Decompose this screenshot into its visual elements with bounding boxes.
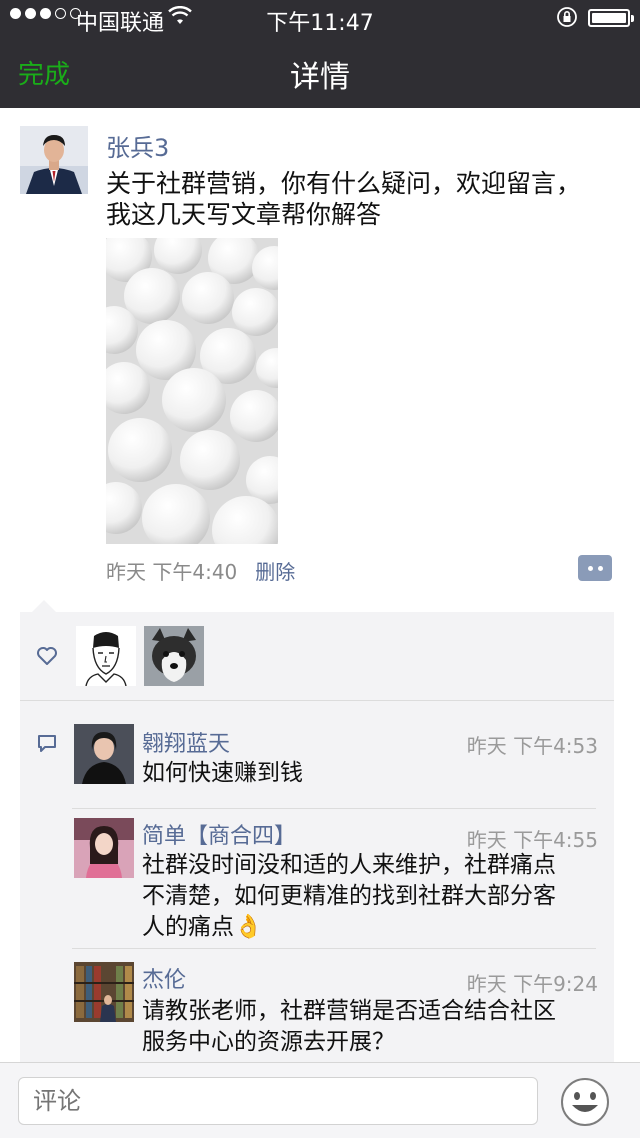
comment-input[interactable] xyxy=(18,1077,538,1125)
likes-divider xyxy=(20,700,614,701)
author-avatar[interactable] xyxy=(20,126,88,194)
delete-link[interactable]: 删除 xyxy=(255,560,295,584)
comment-divider xyxy=(72,948,596,949)
battery-icon xyxy=(588,9,634,27)
comment-line: 不清楚，如何更精准的找到社群大部分客 xyxy=(142,883,556,909)
commenter-name[interactable]: 翱翔蓝天 xyxy=(142,726,230,758)
comment-time: 昨天 下午4:53 xyxy=(466,734,598,758)
commenter-avatar[interactable] xyxy=(74,818,134,878)
commenter-name[interactable]: 杰伦 xyxy=(142,962,186,994)
comment-toggle-icon[interactable] xyxy=(578,555,612,581)
commenter-name[interactable]: 简单【商合四】 xyxy=(142,818,296,850)
comment-line: 服务中心的资源去开展？ xyxy=(142,1029,395,1055)
comment-input-bar xyxy=(0,1062,640,1138)
commenter-avatar[interactable] xyxy=(74,724,134,784)
comment-text[interactable]: 如何快速赚到钱 xyxy=(142,758,592,789)
comment-time: 昨天 下午9:24 xyxy=(466,972,598,996)
status-bar: 中国联通 下午11:47 xyxy=(0,0,640,36)
box-pointer xyxy=(32,600,56,612)
comment-line: 如何快速赚到钱 xyxy=(142,760,303,786)
page-title: 详情 xyxy=(290,60,350,95)
liker-avatar[interactable] xyxy=(144,626,204,686)
status-time: 下午11:47 xyxy=(266,11,374,36)
heart-icon xyxy=(37,647,57,665)
comment-line: 请教张老师，社群营销是否适合结合社区 xyxy=(142,998,556,1024)
comment-divider xyxy=(72,808,596,809)
top-bar: 中国联通 下午11:47 完成 详情 xyxy=(0,0,640,108)
post-image[interactable] xyxy=(106,238,278,544)
post-time: 昨天 下午4:40 xyxy=(106,560,238,584)
comment-text[interactable]: 社群没时间没和适的人来维护，社群痛点 不清楚，如何更精准的找到社群大部分客 人的… xyxy=(142,850,592,943)
comment-text[interactable]: 请教张老师，社群营销是否适合结合社区 服务中心的资源去开展？ xyxy=(142,996,592,1058)
post-text-line: 关于社群营销，你有什么疑问，欢迎留言， xyxy=(106,169,582,198)
emoji-icon[interactable] xyxy=(560,1077,610,1127)
comment-time: 昨天 下午4:55 xyxy=(466,828,598,852)
liker-avatar[interactable] xyxy=(76,626,136,686)
post-text: 关于社群营销，你有什么疑问，欢迎留言， 我这几天写文章帮你解答 xyxy=(106,168,616,230)
commenter-avatar[interactable] xyxy=(74,962,134,1022)
comment-line: 人的痛点👌 xyxy=(142,914,263,940)
post-text-line: 我这几天写文章帮你解答 xyxy=(106,200,382,229)
post-author-name[interactable]: 张兵3 xyxy=(106,128,169,163)
comment-bubble-icon xyxy=(38,735,56,752)
comment-line: 社群没时间没和适的人来维护，社群痛点 xyxy=(142,852,556,878)
post-meta: 昨天 下午4:40 删除 xyxy=(106,556,295,585)
orientation-lock-icon xyxy=(557,7,577,27)
